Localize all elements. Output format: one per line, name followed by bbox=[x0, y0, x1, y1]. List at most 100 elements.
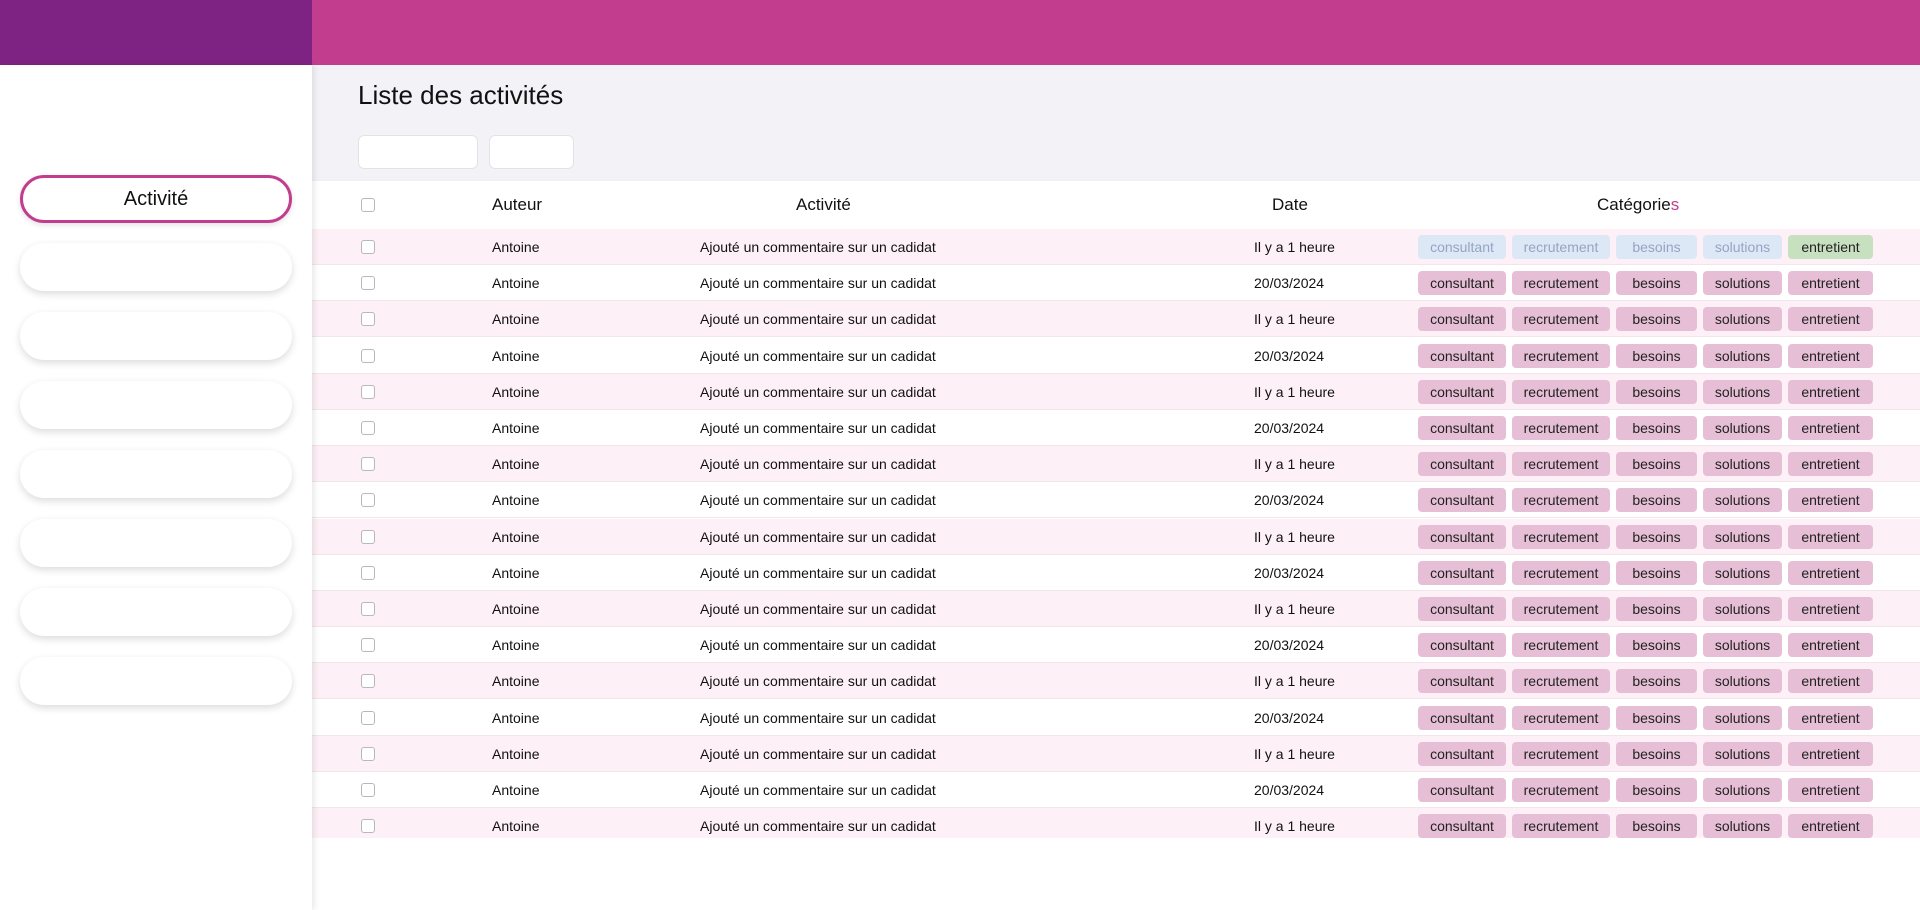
sidebar-item-4[interactable] bbox=[20, 381, 292, 429]
row-checkbox[interactable] bbox=[361, 276, 375, 291]
row-checkbox[interactable] bbox=[361, 746, 375, 761]
table-row[interactable]: Antoine Ajouté un commentaire sur un cadi… bbox=[312, 265, 1920, 302]
category-tag-solutions[interactable]: solutions bbox=[1703, 741, 1782, 766]
table-row[interactable]: Antoine Ajouté un commentaire sur un cadi… bbox=[312, 627, 1920, 664]
category-tag-recrutement[interactable]: recrutement bbox=[1512, 778, 1610, 802]
category-tag-besoins[interactable]: besoins bbox=[1616, 235, 1697, 259]
category-tag-consultant[interactable]: consultant bbox=[1418, 416, 1506, 440]
category-tag-recrutement[interactable]: recrutement bbox=[1512, 633, 1610, 658]
category-tag-solutions[interactable]: solutions bbox=[1703, 633, 1782, 658]
category-tag-consultant[interactable]: consultant bbox=[1418, 271, 1506, 296]
row-checkbox[interactable] bbox=[361, 783, 375, 797]
row-checkbox[interactable] bbox=[361, 493, 375, 508]
category-tag-besoins[interactable]: besoins bbox=[1616, 741, 1697, 766]
filter-input-2[interactable] bbox=[489, 135, 574, 169]
category-tag-consultant[interactable]: consultant bbox=[1418, 778, 1506, 802]
category-tag-solutions[interactable]: solutions bbox=[1703, 705, 1782, 730]
category-tag-solutions[interactable]: solutions bbox=[1703, 379, 1782, 404]
category-tag-consultant[interactable]: consultant bbox=[1418, 488, 1506, 513]
category-tag-consultant[interactable]: consultant bbox=[1418, 597, 1506, 621]
table-row[interactable]: Antoine Ajouté un commentaire sur un cadi… bbox=[312, 699, 1920, 736]
category-tag-besoins[interactable]: besoins bbox=[1616, 343, 1697, 368]
table-row[interactable]: Antoine Ajouté un commentaire sur un cadi… bbox=[312, 735, 1920, 772]
category-tag-entretient[interactable]: entretient bbox=[1788, 271, 1873, 296]
table-row[interactable]: Antoine Ajouté un commentaire sur un cadi… bbox=[312, 554, 1920, 591]
category-tag-solutions[interactable]: solutions bbox=[1703, 307, 1782, 332]
category-tag-recrutement[interactable]: recrutement bbox=[1512, 669, 1610, 694]
row-checkbox[interactable] bbox=[361, 674, 375, 689]
category-tag-solutions[interactable]: solutions bbox=[1703, 524, 1782, 549]
category-tag-consultant[interactable]: consultant bbox=[1418, 452, 1506, 477]
category-tag-besoins[interactable]: besoins bbox=[1616, 271, 1697, 296]
category-tag-entretient[interactable]: entretient bbox=[1788, 416, 1873, 440]
category-tag-besoins[interactable]: besoins bbox=[1616, 307, 1697, 332]
table-row[interactable]: Antoine Ajouté un commentaire sur un cadi… bbox=[312, 410, 1920, 446]
table-row[interactable]: Antoine Ajouté un commentaire sur un cadi… bbox=[312, 229, 1920, 265]
category-tag-entretient[interactable]: entretient bbox=[1788, 597, 1873, 621]
row-checkbox[interactable] bbox=[361, 819, 375, 834]
category-tag-besoins[interactable]: besoins bbox=[1616, 524, 1697, 549]
category-tag-consultant[interactable]: consultant bbox=[1418, 379, 1506, 404]
category-tag-consultant[interactable]: consultant bbox=[1418, 633, 1506, 658]
category-tag-besoins[interactable]: besoins bbox=[1616, 452, 1697, 477]
category-tag-consultant[interactable]: consultant bbox=[1418, 343, 1506, 368]
row-checkbox[interactable] bbox=[361, 384, 375, 399]
filter-input-1[interactable] bbox=[358, 135, 478, 169]
sidebar-item-6[interactable] bbox=[20, 519, 292, 567]
row-checkbox[interactable] bbox=[361, 348, 375, 363]
table-row[interactable]: Antoine Ajouté un commentaire sur un cadi… bbox=[312, 301, 1920, 338]
category-tag-entretient[interactable]: entretient bbox=[1788, 778, 1873, 802]
row-checkbox[interactable] bbox=[361, 565, 375, 580]
category-tag-solutions[interactable]: solutions bbox=[1703, 597, 1782, 621]
category-tag-solutions[interactable]: solutions bbox=[1703, 778, 1782, 802]
category-tag-recrutement[interactable]: recrutement bbox=[1512, 307, 1610, 332]
category-tag-recrutement[interactable]: recrutement bbox=[1512, 524, 1610, 549]
category-tag-besoins[interactable]: besoins bbox=[1616, 488, 1697, 513]
table-row[interactable]: Antoine Ajouté un commentaire sur un cadi… bbox=[312, 446, 1920, 483]
category-tag-entretient[interactable]: entretient bbox=[1788, 307, 1873, 332]
category-tag-recrutement[interactable]: recrutement bbox=[1512, 343, 1610, 368]
category-tag-entretient[interactable]: entretient bbox=[1788, 343, 1873, 368]
category-tag-recrutement[interactable]: recrutement bbox=[1512, 271, 1610, 296]
row-checkbox[interactable] bbox=[361, 457, 375, 472]
category-tag-entretient[interactable]: entretient bbox=[1788, 379, 1873, 404]
table-row[interactable]: Antoine Ajouté un commentaire sur un cadi… bbox=[312, 373, 1920, 410]
category-tag-solutions[interactable]: solutions bbox=[1703, 235, 1782, 259]
select-all-checkbox[interactable] bbox=[361, 198, 375, 212]
category-tag-consultant[interactable]: consultant bbox=[1418, 705, 1506, 730]
category-tag-recrutement[interactable]: recrutement bbox=[1512, 452, 1610, 477]
category-tag-entretient[interactable]: entretient bbox=[1788, 741, 1873, 766]
row-checkbox[interactable] bbox=[361, 710, 375, 725]
category-tag-entretient[interactable]: entretient bbox=[1788, 669, 1873, 694]
row-checkbox[interactable] bbox=[361, 312, 375, 327]
category-tag-consultant[interactable]: consultant bbox=[1418, 814, 1506, 838]
category-tag-entretient[interactable]: entretient bbox=[1788, 814, 1873, 838]
category-tag-entretient[interactable]: entretient bbox=[1788, 524, 1873, 549]
category-tag-besoins[interactable]: besoins bbox=[1616, 560, 1697, 585]
category-tag-consultant[interactable]: consultant bbox=[1418, 524, 1506, 549]
sidebar-item-7[interactable] bbox=[20, 588, 292, 636]
category-tag-solutions[interactable]: solutions bbox=[1703, 814, 1782, 838]
category-tag-consultant[interactable]: consultant bbox=[1418, 741, 1506, 766]
category-tag-solutions[interactable]: solutions bbox=[1703, 343, 1782, 368]
category-tag-besoins[interactable]: besoins bbox=[1616, 814, 1697, 838]
category-tag-entretient[interactable]: entretient bbox=[1788, 633, 1873, 658]
row-checkbox[interactable] bbox=[361, 602, 375, 616]
category-tag-solutions[interactable]: solutions bbox=[1703, 560, 1782, 585]
row-checkbox[interactable] bbox=[361, 240, 375, 254]
category-tag-consultant[interactable]: consultant bbox=[1418, 560, 1506, 585]
row-checkbox[interactable] bbox=[361, 638, 375, 653]
category-tag-entretient[interactable]: entretient bbox=[1788, 705, 1873, 730]
table-row[interactable]: Antoine Ajouté un commentaire sur un cadi… bbox=[312, 808, 1920, 838]
category-tag-solutions[interactable]: solutions bbox=[1703, 488, 1782, 513]
table-row[interactable]: Antoine Ajouté un commentaire sur un cadi… bbox=[312, 518, 1920, 555]
category-tag-solutions[interactable]: solutions bbox=[1703, 271, 1782, 296]
category-tag-besoins[interactable]: besoins bbox=[1616, 379, 1697, 404]
table-row[interactable]: Antoine Ajouté un commentaire sur un cadi… bbox=[312, 337, 1920, 374]
sidebar-item-5[interactable] bbox=[20, 450, 292, 498]
category-tag-entretient[interactable]: entretient bbox=[1788, 560, 1873, 585]
category-tag-solutions[interactable]: solutions bbox=[1703, 452, 1782, 477]
category-tag-recrutement[interactable]: recrutement bbox=[1512, 488, 1610, 513]
category-tag-recrutement[interactable]: recrutement bbox=[1512, 597, 1610, 621]
category-tag-entretient[interactable]: entretient bbox=[1788, 235, 1873, 259]
